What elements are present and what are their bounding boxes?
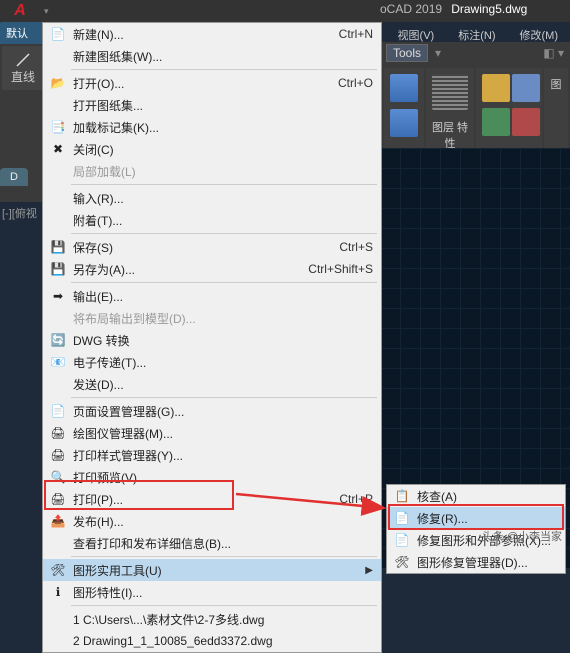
arrow-right-icon: ▶: [365, 565, 373, 576]
menu-open[interactable]: 📂打开(O)...Ctrl+O: [43, 72, 381, 94]
menu-new[interactable]: 📄新建(N)...Ctrl+N: [43, 23, 381, 45]
menu-publish[interactable]: 📤发布(H)...: [43, 510, 381, 532]
menu-plotter-mgr[interactable]: 🖨绘图仪管理器(M)...: [43, 422, 381, 444]
menu-open-sheetset[interactable]: 打开图纸集...: [43, 94, 381, 116]
ribbon-panel-1[interactable]: [384, 68, 424, 155]
menu-partial-load: 局部加载(L): [43, 160, 381, 182]
menu-attach[interactable]: 附着(T)...: [43, 209, 381, 231]
menu-save[interactable]: 💾保存(S)Ctrl+S: [43, 236, 381, 258]
properties-icon: ℹ: [49, 583, 67, 601]
convert-icon: 🔄: [49, 331, 67, 349]
recover-xref-icon: 📄: [393, 531, 411, 549]
menu-import[interactable]: 输入(R)...: [43, 187, 381, 209]
view-label: [-][俯视: [2, 205, 37, 221]
menu-utilities[interactable]: 🛠图形实用工具(U)▶: [43, 559, 381, 581]
app-logo[interactable]: A: [0, 0, 40, 22]
submenu-audit[interactable]: 📋核查(A): [387, 485, 565, 507]
menu-load-markup[interactable]: 📑加载标记集(K)...: [43, 116, 381, 138]
ribbon-panel-3[interactable]: 图: [544, 68, 568, 155]
close-icon: ✖: [49, 140, 67, 158]
menu-page-setup[interactable]: 📄页面设置管理器(G)...: [43, 400, 381, 422]
etransmit-icon: 📧: [49, 353, 67, 371]
app-name: oCAD 2019: [380, 2, 442, 16]
utilities-icon: 🛠: [49, 561, 67, 579]
menu-recent-2[interactable]: 2 Drawing1_1_10085_6edd3372.dwg: [43, 630, 381, 652]
menu-plot[interactable]: 🖨打印(P)...Ctrl+P: [43, 488, 381, 510]
menu-dwg-convert[interactable]: 🔄DWG 转换: [43, 329, 381, 351]
submenu-recovery-mgr[interactable]: 🛠图形修复管理器(D)...: [387, 551, 565, 573]
menu-etransmit[interactable]: 📧电子传递(T)...: [43, 351, 381, 373]
recover-icon: 📄: [393, 509, 411, 527]
ribbon-icon[interactable]: [512, 74, 540, 102]
ribbon-icon[interactable]: [390, 74, 418, 102]
file-menu: 📄新建(N)...Ctrl+N 新建图纸集(W)... 📂打开(O)...Ctr…: [42, 22, 382, 653]
open-icon: 📂: [49, 74, 67, 92]
line-icon: [15, 52, 31, 68]
export-icon: ➡: [49, 287, 67, 305]
file-name: Drawing5.dwg: [451, 2, 527, 16]
menu-new-sheetset[interactable]: 新建图纸集(W)...: [43, 45, 381, 67]
save-icon: 💾: [49, 238, 67, 256]
menu-recent-1[interactable]: 1 C:\Users\...\素材文件\2-7多线.dwg: [43, 608, 381, 630]
audit-icon: 📋: [393, 487, 411, 505]
tools-tab[interactable]: Tools: [386, 44, 428, 62]
plot-icon: 🖨: [49, 490, 67, 508]
recovery-mgr-icon: 🛠: [393, 553, 411, 571]
ribbon-icon[interactable]: [482, 108, 510, 136]
layers-label: 图层 特性: [430, 119, 470, 151]
drawing-tab[interactable]: D: [0, 168, 28, 186]
group-label: 图: [548, 76, 564, 92]
menu-plot-details[interactable]: 查看打印和发布详细信息(B)...: [43, 532, 381, 554]
ribbon-icon[interactable]: [390, 109, 418, 137]
menu-send[interactable]: 发送(D)...: [43, 373, 381, 395]
preview-icon: 🔍: [49, 468, 67, 486]
plotter-icon: 🖨: [49, 424, 67, 442]
ribbon-icon[interactable]: [482, 74, 510, 102]
line-tool[interactable]: 直线: [2, 46, 44, 90]
default-tab[interactable]: 默认: [0, 22, 46, 44]
menu-properties[interactable]: ℹ图形特性(I)...: [43, 581, 381, 603]
menu-export-layout: 将布局输出到模型(D)...: [43, 307, 381, 329]
watermark: 头条 @小李当家: [482, 528, 562, 544]
layers-icon[interactable]: [432, 74, 468, 110]
menu-close[interactable]: ✖关闭(C): [43, 138, 381, 160]
menu-export[interactable]: ➡输出(E)...: [43, 285, 381, 307]
menu-plot-preview[interactable]: 🔍打印预览(V)...: [43, 466, 381, 488]
plotstyle-icon: 🖨: [49, 446, 67, 464]
submenu-recover[interactable]: 📄修复(R)...: [387, 507, 565, 529]
save-as-icon: 💾: [49, 260, 67, 278]
new-icon: 📄: [49, 25, 67, 43]
menu-save-as[interactable]: 💾另存为(A)...Ctrl+Shift+S: [43, 258, 381, 280]
ribbon-panel-layers[interactable]: 图层 特性: [426, 68, 474, 155]
page-icon: 📄: [49, 402, 67, 420]
ribbon-panel-2[interactable]: [476, 68, 542, 155]
markup-icon: 📑: [49, 118, 67, 136]
ribbon-icon[interactable]: [512, 108, 540, 136]
ribbon: Tools ▾ ◧ ▾ 图层 特性 图: [380, 42, 570, 159]
publish-icon: 📤: [49, 512, 67, 530]
menu-plot-style[interactable]: 🖨打印样式管理器(Y)...: [43, 444, 381, 466]
